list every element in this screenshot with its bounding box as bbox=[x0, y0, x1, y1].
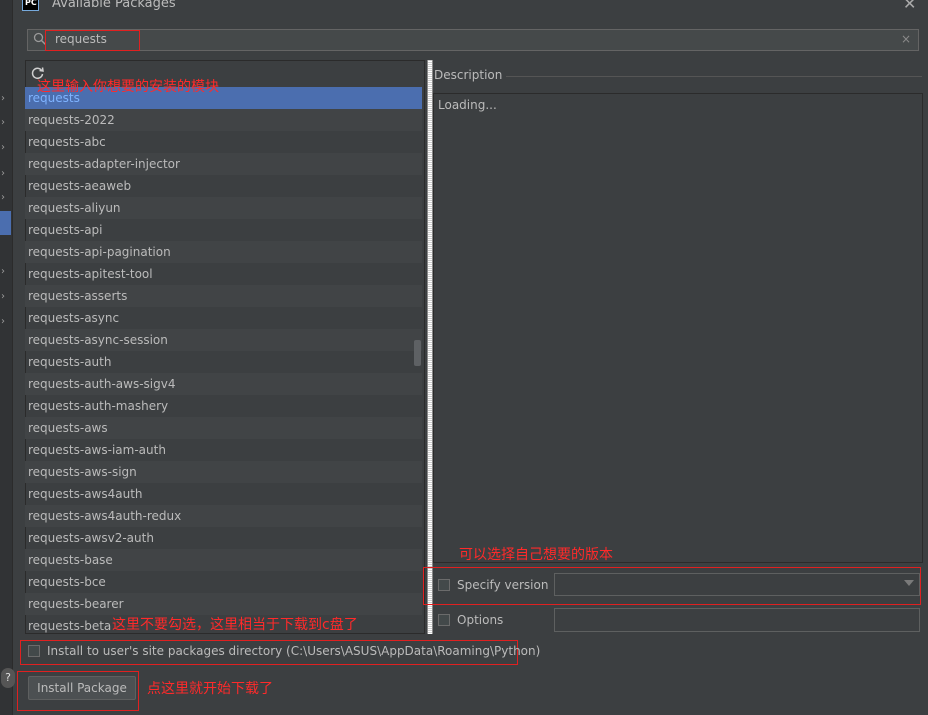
chevron-right-icon: › bbox=[1, 291, 5, 302]
list-item[interactable]: requests-aliyun bbox=[25, 197, 422, 219]
list-item[interactable]: requests-aeaweb bbox=[25, 175, 422, 197]
annotation-search-note: 这里输入你想要的安装的模块 bbox=[37, 79, 219, 95]
specify-version-label: Specify version bbox=[457, 578, 549, 592]
chevron-right-icon: › bbox=[1, 93, 5, 104]
list-item[interactable]: requests-bce bbox=[25, 571, 422, 593]
clear-search-icon[interactable]: × bbox=[901, 32, 911, 46]
version-dropdown[interactable] bbox=[554, 573, 920, 596]
chevron-right-icon: › bbox=[1, 266, 5, 277]
list-item[interactable]: requests-async-session bbox=[25, 329, 422, 351]
list-item[interactable]: requests-aws4auth-redux bbox=[25, 505, 422, 527]
list-item[interactable]: requests-adapter-injector bbox=[25, 153, 422, 175]
annotation-version-note: 可以选择自己想要的版本 bbox=[459, 547, 613, 563]
ide-side-strip: › › › › › › › › bbox=[0, 0, 13, 715]
ide-selection-marker bbox=[0, 211, 11, 235]
chevron-right-icon: › bbox=[1, 117, 5, 128]
list-item[interactable]: requests-aws bbox=[25, 417, 422, 439]
list-item[interactable]: requests-asserts bbox=[25, 285, 422, 307]
annotation-user-dir-note: 这里不要勾选，这里相当于下载到c盘了 bbox=[112, 617, 358, 633]
list-item[interactable]: requests-async bbox=[25, 307, 422, 329]
package-list-rows: requests requests-2022 requests-abc request… bbox=[25, 87, 422, 637]
list-item[interactable]: requests-api-pagination bbox=[25, 241, 422, 263]
chevron-right-icon: › bbox=[1, 142, 5, 153]
chevron-right-icon: › bbox=[1, 316, 5, 327]
install-package-button[interactable]: Install Package bbox=[28, 676, 136, 700]
window-title: Available Packages bbox=[52, 0, 176, 11]
chevron-down-icon[interactable] bbox=[904, 580, 914, 586]
list-item[interactable]: requests-bearer bbox=[25, 593, 422, 615]
annotation-box-search bbox=[45, 30, 140, 51]
chevron-right-icon: › bbox=[1, 168, 5, 179]
list-item[interactable]: requests-auth-mashery bbox=[25, 395, 422, 417]
chevron-right-icon: › bbox=[1, 192, 5, 203]
options-checkbox[interactable] bbox=[438, 614, 450, 626]
list-item[interactable]: requests-awsv2-auth bbox=[25, 527, 422, 549]
description-panel bbox=[433, 93, 923, 563]
description-text: Loading... bbox=[438, 98, 497, 112]
app-logo-icon: PC bbox=[22, 0, 39, 11]
list-item[interactable]: requests-abc bbox=[25, 131, 422, 153]
close-icon[interactable]: ✕ bbox=[903, 0, 916, 13]
install-user-checkbox[interactable] bbox=[28, 645, 40, 657]
list-item[interactable]: requests-auth bbox=[25, 351, 422, 373]
search-input[interactable] bbox=[27, 29, 919, 51]
description-label: Description bbox=[434, 68, 503, 82]
description-divider bbox=[506, 76, 922, 77]
list-item[interactable]: requests-auth-aws-sigv4 bbox=[25, 373, 422, 395]
list-item[interactable]: requests-aws-iam-auth bbox=[25, 439, 422, 461]
options-input[interactable] bbox=[554, 608, 920, 632]
options-label: Options bbox=[457, 613, 504, 627]
help-icon[interactable]: ? bbox=[1, 668, 15, 688]
annotation-install-note: 点这里就开始下载了 bbox=[147, 681, 273, 697]
specify-version-checkbox[interactable] bbox=[438, 579, 450, 591]
list-item[interactable]: requests-base bbox=[25, 549, 422, 571]
list-item[interactable]: requests-aws4auth bbox=[25, 483, 422, 505]
install-user-label: Install to user's site packages director… bbox=[47, 644, 541, 658]
list-item[interactable]: requests-aws-sign bbox=[25, 461, 422, 483]
list-scrollbar[interactable] bbox=[414, 340, 421, 366]
list-item[interactable]: requests-api bbox=[25, 219, 422, 241]
list-item[interactable]: requests-apitest-tool bbox=[25, 263, 422, 285]
list-item[interactable]: requests-2022 bbox=[25, 109, 422, 131]
